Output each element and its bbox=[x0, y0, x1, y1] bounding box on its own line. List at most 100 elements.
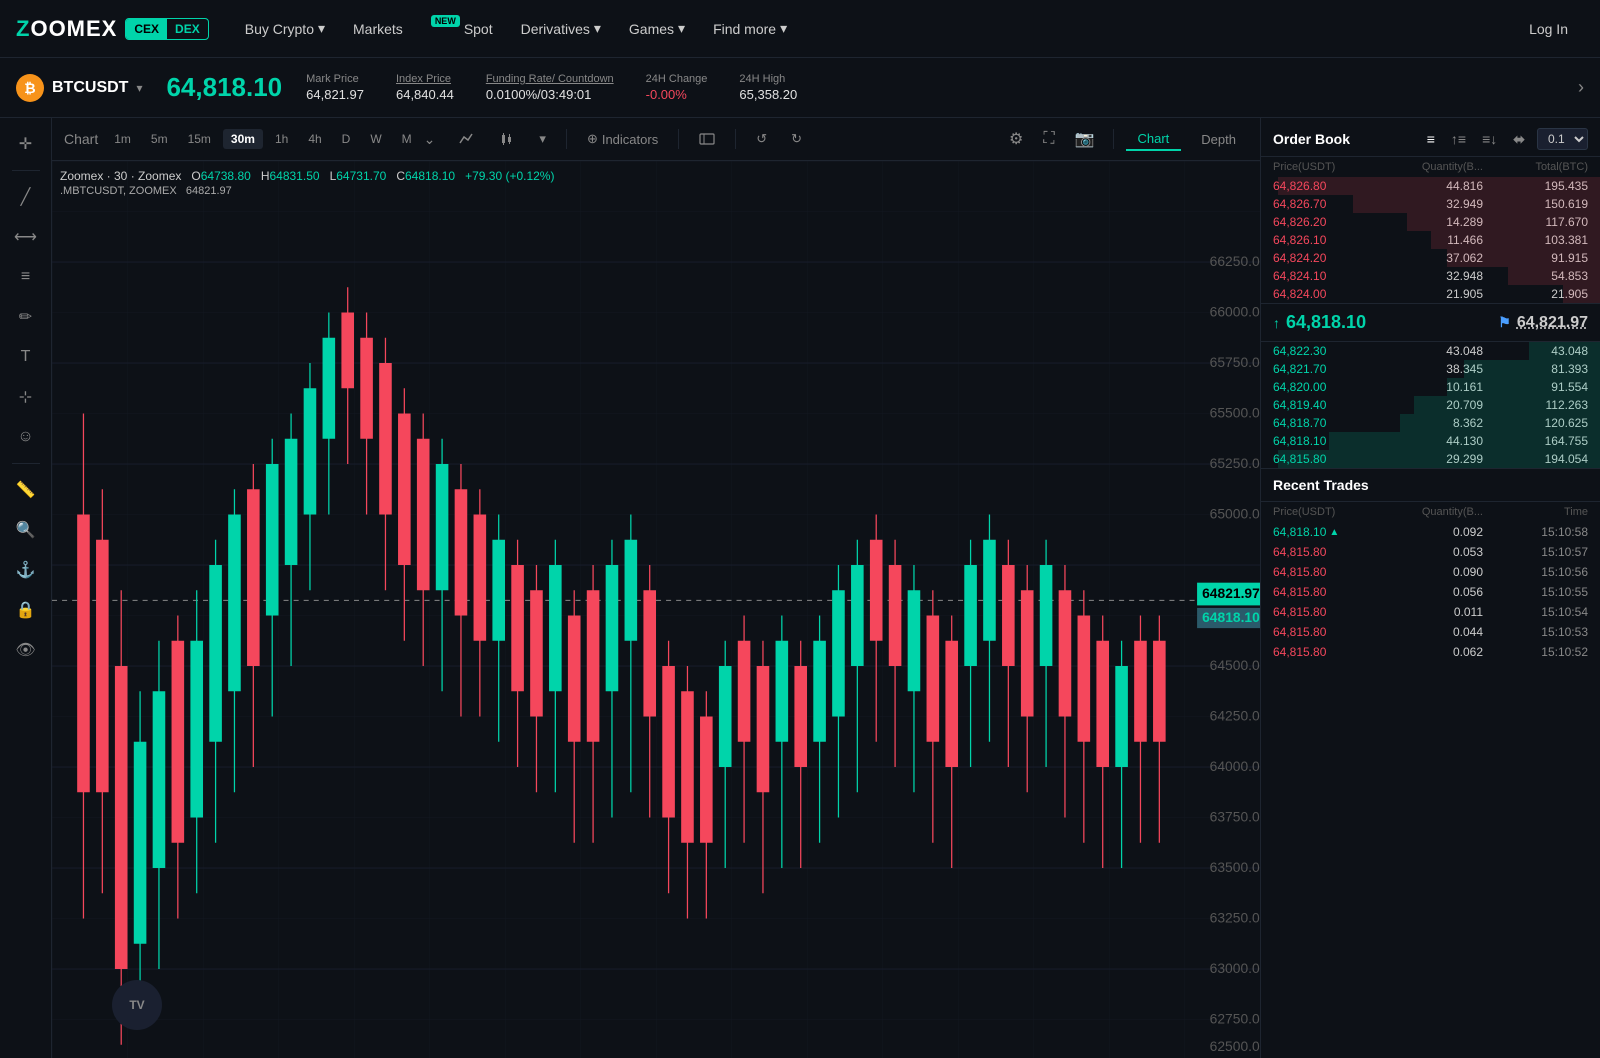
rt-trade-row[interactable]: 64,818.10▲ 0.092 15:10:58 bbox=[1261, 522, 1600, 542]
svg-text:65750.00: 65750.00 bbox=[1210, 354, 1260, 370]
order-book-title: Order Book bbox=[1273, 131, 1350, 147]
index-price-label: Index Price bbox=[396, 73, 454, 85]
ob-filter-all[interactable]: ≡ bbox=[1423, 129, 1439, 149]
lock-tool[interactable]: 🔒 bbox=[8, 592, 44, 628]
rt-trade-row[interactable]: 64,815.80 0.053 15:10:57 bbox=[1261, 542, 1600, 562]
logo-text: ZOOMEX bbox=[16, 16, 117, 42]
index-price-value: 64,840.44 bbox=[396, 87, 454, 102]
ob-ask-row[interactable]: 64,824.20 37.062 91.915 bbox=[1261, 249, 1600, 267]
logo[interactable]: ZOOMEX CEX DEX bbox=[16, 16, 209, 42]
cex-dex-toggle[interactable]: CEX DEX bbox=[125, 18, 208, 40]
screenshot-btn[interactable]: 📷 bbox=[1069, 126, 1101, 152]
chart-canvas[interactable]: Zoomex · 30 · Zoomex O64738.80 H64831.50… bbox=[52, 161, 1260, 1058]
undo-btn[interactable]: ↺ bbox=[748, 128, 775, 150]
ob-ask-row[interactable]: 64,826.20 14.289 117.670 bbox=[1261, 213, 1600, 231]
time-1h[interactable]: 1h bbox=[267, 129, 296, 149]
time-w[interactable]: W bbox=[362, 129, 389, 149]
ob-bid-row[interactable]: 64,821.70 38.345 81.393 bbox=[1261, 360, 1600, 378]
nav-derivatives[interactable]: Derivatives ▾ bbox=[509, 12, 613, 45]
chart-type-line[interactable] bbox=[451, 128, 483, 150]
symbol-selector[interactable]: ₿ BTCUSDT ▾ bbox=[16, 74, 142, 102]
time-m[interactable]: M bbox=[394, 129, 420, 149]
nav-find-more[interactable]: Find more ▾ bbox=[701, 12, 799, 45]
time-30m[interactable]: 30m bbox=[223, 129, 263, 149]
ticker-expand-arrow[interactable]: › bbox=[1578, 77, 1584, 98]
chart-tab-depth[interactable]: Depth bbox=[1189, 129, 1248, 150]
text-tool[interactable]: T bbox=[8, 339, 44, 375]
ob-ask-row[interactable]: 64,824.00 21.905 21.905 bbox=[1261, 285, 1600, 303]
login-button[interactable]: Log In bbox=[1513, 15, 1584, 43]
svg-text:64500.00: 64500.00 bbox=[1210, 657, 1260, 673]
index-price-stat: Index Price 64,840.44 bbox=[396, 73, 454, 102]
chart-tab-chart[interactable]: Chart bbox=[1126, 128, 1182, 151]
change-stat: 24H Change -0.00% bbox=[646, 73, 708, 102]
nav-markets[interactable]: Markets bbox=[341, 13, 415, 45]
rt-trade-row[interactable]: 64,815.80 0.056 15:10:55 bbox=[1261, 582, 1600, 602]
line-tool[interactable]: ╱ bbox=[8, 179, 44, 215]
eye-tool[interactable]: 👁 bbox=[8, 632, 44, 668]
ruler-tool[interactable]: 📏 bbox=[8, 472, 44, 508]
ob-size-select[interactable]: 0.1 0.5 1 bbox=[1537, 128, 1588, 150]
channel-tool[interactable]: ≡ bbox=[8, 259, 44, 295]
cex-tab[interactable]: CEX bbox=[126, 19, 167, 39]
ob-ask-row[interactable]: 64,826.70 32.949 150.619 bbox=[1261, 195, 1600, 213]
mark-price-stat: Mark Price 64,821.97 bbox=[306, 73, 364, 102]
anchor-tool[interactable]: ⚓ bbox=[8, 552, 44, 588]
svg-text:64000.00: 64000.00 bbox=[1210, 758, 1260, 774]
ob-filter-asks[interactable]: ↑≡ bbox=[1447, 129, 1470, 149]
rt-trade-row[interactable]: 64,815.80 0.044 15:10:53 bbox=[1261, 622, 1600, 642]
tradingview-watermark[interactable]: TV bbox=[112, 980, 162, 1030]
time-d[interactable]: D bbox=[334, 129, 359, 149]
nav-games[interactable]: Games ▾ bbox=[617, 12, 697, 45]
zoom-tool[interactable]: 🔍 bbox=[8, 512, 44, 548]
time-4h[interactable]: 4h bbox=[300, 129, 329, 149]
crosshair-tool[interactable]: ✛ bbox=[8, 126, 44, 162]
emoji-tool[interactable]: ☺ bbox=[8, 419, 44, 455]
time-5m[interactable]: 5m bbox=[143, 129, 176, 149]
chart-container: Zoomex · 30 · Zoomex O64738.80 H64831.50… bbox=[52, 161, 1260, 1058]
ob-ask-row[interactable]: 64,826.10 11.466 103.381 bbox=[1261, 231, 1600, 249]
rt-trade-row[interactable]: 64,815.80 0.011 15:10:54 bbox=[1261, 602, 1600, 622]
indicators-btn[interactable]: ⊕ Indicators bbox=[579, 128, 666, 150]
high-value: 65,358.20 bbox=[739, 87, 797, 102]
nav-spot[interactable]: NEW Spot bbox=[419, 13, 505, 45]
funding-rate-label[interactable]: Funding Rate/ Countdown bbox=[486, 73, 614, 85]
nav-right: Log In bbox=[1513, 21, 1584, 37]
ob-bid-row[interactable]: 64,820.00 10.161 91.554 bbox=[1261, 378, 1600, 396]
ob-filter-merge[interactable]: ⬌ bbox=[1509, 129, 1529, 150]
time-dropdown[interactable]: ⌄ bbox=[424, 131, 436, 148]
rt-trade-row[interactable]: 64,815.80 0.090 15:10:56 bbox=[1261, 562, 1600, 582]
symbol-name: BTCUSDT bbox=[52, 79, 128, 97]
measure-tool[interactable]: ⊹ bbox=[8, 379, 44, 415]
ob-ask-row[interactable]: 64,826.80 44.816 195.435 bbox=[1261, 177, 1600, 195]
dex-tab[interactable]: DEX bbox=[167, 19, 208, 39]
horizontal-line-tool[interactable]: ⟷ bbox=[8, 219, 44, 255]
svg-text:66250.00: 66250.00 bbox=[1210, 253, 1260, 269]
chart-type-candle[interactable] bbox=[491, 128, 523, 150]
svg-text:63750.00: 63750.00 bbox=[1210, 808, 1260, 824]
settings-btn[interactable]: ⚙ bbox=[1003, 126, 1029, 152]
ob-ask-row[interactable]: 64,824.10 32.948 54.853 bbox=[1261, 267, 1600, 285]
chart-type-dropdown[interactable]: ▾ bbox=[531, 128, 554, 150]
svg-text:63500.00: 63500.00 bbox=[1210, 859, 1260, 875]
navbar: ZOOMEX CEX DEX Buy Crypto ▾ Markets NEW … bbox=[0, 0, 1600, 58]
chart-svg: 66250.00 66000.00 65750.00 65500.00 6525… bbox=[52, 161, 1260, 1058]
template-btn[interactable] bbox=[691, 130, 723, 148]
toolbar-separator-4 bbox=[1113, 129, 1114, 149]
ob-bid-row[interactable]: 64,815.80 29.299 194.054 bbox=[1261, 450, 1600, 468]
brush-tool[interactable]: ✏ bbox=[8, 299, 44, 335]
time-1m[interactable]: 1m bbox=[106, 129, 139, 149]
time-15m[interactable]: 15m bbox=[180, 129, 219, 149]
chart-area: Chart 1m 5m 15m 30m 1h 4h D W M ⌄ bbox=[52, 118, 1260, 1058]
ob-bid-row[interactable]: 64,818.10 44.130 164.755 bbox=[1261, 432, 1600, 450]
ob-filter-bids[interactable]: ≡↓ bbox=[1478, 129, 1501, 149]
ob-bid-row[interactable]: 64,822.30 43.048 43.048 bbox=[1261, 342, 1600, 360]
mark-price-label: Mark Price bbox=[306, 73, 364, 85]
svg-text:65500.00: 65500.00 bbox=[1210, 404, 1260, 420]
ob-bid-row[interactable]: 64,819.40 20.709 112.263 bbox=[1261, 396, 1600, 414]
redo-btn[interactable]: ↻ bbox=[783, 128, 810, 150]
nav-buy-crypto[interactable]: Buy Crypto ▾ bbox=[233, 12, 337, 45]
fullscreen-btn[interactable]: ⛶ bbox=[1037, 127, 1060, 151]
rt-trade-row[interactable]: 64,815.80 0.062 15:10:52 bbox=[1261, 642, 1600, 662]
ob-bid-row[interactable]: 64,818.70 8.362 120.625 bbox=[1261, 414, 1600, 432]
